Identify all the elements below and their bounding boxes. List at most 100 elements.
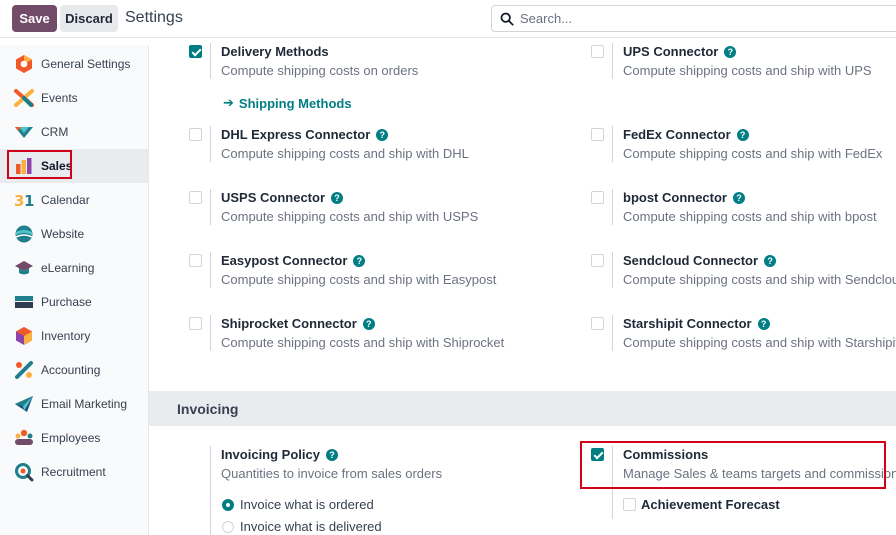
help-icon[interactable]: ? — [362, 317, 375, 330]
divider — [210, 43, 211, 79]
divider — [612, 43, 613, 79]
bpost-connector-checkbox[interactable] — [591, 191, 604, 204]
fedex-connector-checkbox[interactable] — [591, 128, 604, 141]
sidebar-item-label: eLearning — [41, 261, 95, 275]
easypost-connector-checkbox[interactable] — [189, 254, 202, 267]
easypost-connector-label: Easypost Connector — [221, 253, 348, 268]
radio-label: Invoice what is delivered — [240, 519, 382, 534]
sendcloud-connector-label: Sendcloud Connector — [623, 253, 759, 268]
help-icon[interactable]: ? — [376, 128, 389, 141]
sidebar-item-calendar[interactable]: 31 Calendar — [0, 183, 148, 217]
ups-connector-desc: Compute shipping costs and ship with UPS — [623, 63, 872, 78]
easypost-connector-title: Easypost Connector? — [221, 253, 366, 268]
sidebar-item-employees[interactable]: Employees — [0, 421, 148, 455]
fedex-connector-desc: Compute shipping costs and ship with Fed… — [623, 146, 883, 161]
starshipit-connector-desc: Compute shipping costs and ship with Sta… — [623, 335, 896, 350]
sidebar-item-website[interactable]: Website — [0, 217, 148, 251]
sidebar-item-label: Purchase — [41, 295, 92, 309]
easypost-connector-desc: Compute shipping costs and ship with Eas… — [221, 272, 497, 287]
usps-connector-label: USPS Connector — [221, 190, 326, 205]
control-panel: Save Discard Settings — [0, 0, 896, 38]
sidebar-item-general-settings[interactable]: General Settings — [0, 47, 148, 81]
events-icon — [14, 89, 34, 107]
sidebar-item-label: Email Marketing — [41, 397, 128, 411]
search-bar[interactable] — [491, 5, 896, 32]
fedex-connector-title: FedEx Connector? — [623, 127, 749, 142]
sidebar-item-label: Recruitment — [41, 465, 106, 479]
achievement-forecast-title: Achievement Forecast — [641, 497, 780, 512]
sidebar-item-recruitment[interactable]: Recruitment — [0, 455, 148, 489]
help-icon[interactable]: ? — [724, 45, 737, 58]
website-icon — [15, 225, 33, 243]
sendcloud-connector-checkbox[interactable] — [591, 254, 604, 267]
shipping-methods-link-label: Shipping Methods — [238, 95, 352, 111]
starshipit-connector-title: Starshipit Connector? — [623, 316, 770, 331]
ups-connector-title: UPS Connector? — [623, 44, 737, 59]
sidebar-item-label: Calendar — [41, 193, 90, 207]
sidebar-item-label: Accounting — [41, 363, 101, 377]
invoicing-policy-label: Invoicing Policy — [221, 447, 320, 462]
sendcloud-connector-title: Sendcloud Connector? — [623, 253, 777, 268]
invoice-delivered-radio[interactable]: Invoice what is delivered — [222, 519, 382, 534]
save-button[interactable]: Save — [12, 5, 57, 32]
usps-connector-desc: Compute shipping costs and ship with USP… — [221, 209, 479, 224]
arrow-right-icon: ➔ — [223, 95, 234, 110]
sidebar-item-label: Inventory — [41, 329, 91, 343]
invoicing-policy-title: Invoicing Policy? — [221, 447, 338, 462]
help-icon[interactable]: ? — [353, 254, 366, 267]
help-icon[interactable]: ? — [757, 317, 770, 330]
accounting-icon — [15, 361, 33, 379]
invoice-ordered-radio[interactable]: Invoice what is ordered — [222, 497, 374, 512]
shiprocket-connector-title: Shiprocket Connector? — [221, 316, 375, 331]
help-icon[interactable]: ? — [736, 128, 749, 141]
discard-button[interactable]: Discard — [60, 5, 118, 32]
ups-connector-label: UPS Connector — [623, 44, 719, 59]
bpost-connector-title: bpost Connector? — [623, 190, 745, 205]
delivery-methods-checkbox[interactable] — [189, 45, 202, 58]
sidebar-item-crm[interactable]: CRM — [0, 115, 148, 149]
delivery-methods-desc: Compute shipping costs on orders — [221, 63, 419, 78]
recruitment-icon — [15, 463, 34, 482]
shipping-methods-link[interactable]: ➔ Shipping Methods — [223, 95, 352, 111]
help-icon[interactable]: ? — [733, 191, 745, 204]
help-icon[interactable]: ? — [325, 448, 338, 461]
search-icon — [500, 12, 514, 26]
achievement-forecast-checkbox[interactable] — [623, 498, 636, 511]
ups-connector-checkbox[interactable] — [591, 45, 604, 58]
radio-unselected-icon — [222, 520, 234, 533]
dhl-connector-title: DHL Express Connector? — [221, 127, 389, 142]
bpost-connector-desc: Compute shipping costs and ship with bpo… — [623, 209, 877, 224]
fedex-connector-label: FedEx Connector — [623, 127, 731, 142]
divider — [210, 126, 211, 162]
help-icon[interactable]: ? — [331, 191, 344, 204]
sidebar-item-elearning[interactable]: eLearning — [0, 251, 148, 285]
sidebar-item-label: General Settings — [41, 57, 131, 71]
commissions-highlight-box — [580, 441, 886, 489]
sidebar-item-label: CRM — [41, 125, 69, 139]
sidebar-item-email-marketing[interactable]: Email Marketing — [0, 387, 148, 421]
invoicing-policy-desc: Quantities to invoice from sales orders — [221, 466, 443, 481]
bpost-connector-label: bpost Connector — [623, 190, 727, 205]
crm-icon — [15, 127, 33, 138]
sidebar-item-inventory[interactable]: Inventory — [0, 319, 148, 353]
shiprocket-connector-checkbox[interactable] — [189, 317, 202, 330]
sidebar-item-label: Events — [41, 91, 78, 105]
sidebar-item-label: Employees — [41, 431, 101, 445]
usps-connector-checkbox[interactable] — [189, 191, 202, 204]
dhl-connector-checkbox[interactable] — [189, 128, 202, 141]
sidebar-item-purchase[interactable]: Purchase — [0, 285, 148, 319]
calendar-icon: 31 — [14, 192, 34, 210]
sendcloud-connector-desc: Compute shipping costs and ship with Sen… — [623, 272, 896, 287]
employees-icon — [15, 429, 33, 445]
sidebar-item-events[interactable]: Events — [0, 81, 148, 115]
help-icon[interactable]: ? — [764, 254, 777, 267]
shiprocket-connector-desc: Compute shipping costs and ship with Shi… — [221, 335, 505, 350]
invoicing-section-header: Invoicing — [149, 391, 896, 426]
starshipit-connector-checkbox[interactable] — [591, 317, 604, 330]
email-marketing-icon — [15, 396, 33, 412]
divider — [612, 252, 613, 288]
search-input[interactable] — [520, 11, 820, 26]
invoicing-section-title: Invoicing — [177, 401, 239, 417]
sidebar-item-accounting[interactable]: Accounting — [0, 353, 148, 387]
settings-sidebar: General Settings Events CRM Sales 31 Cal… — [0, 45, 149, 535]
